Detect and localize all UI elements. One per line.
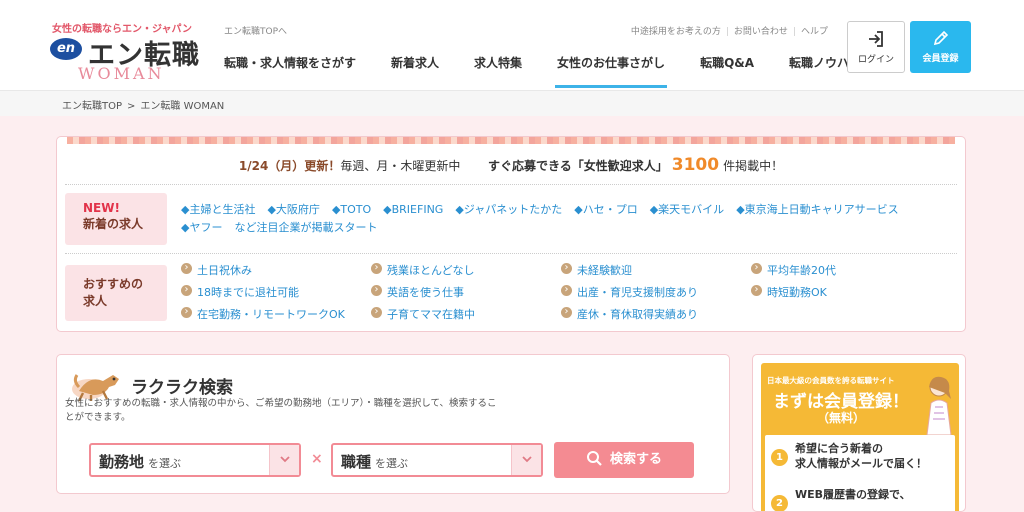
chevron-down-icon (269, 445, 299, 475)
area-select[interactable]: 勤務地 を選ぶ (89, 443, 301, 477)
util-link-help[interactable]: ヘルプ (801, 24, 828, 37)
recommended-grid: 土日祝休み 残業ほとんどなし 未経験歓迎 平均年齢20代 18時までに退社可能 … (181, 262, 961, 328)
breadcrumb-top[interactable]: エン転職TOP (62, 101, 122, 112)
recommended-link[interactable]: 平均年齢20代 (751, 262, 836, 278)
promo-tagline: 日本最大級の会員数を誇る転職サイト (767, 376, 895, 385)
breadcrumb: エン転職TOP > エン転職 WOMAN (62, 97, 224, 112)
register-label: 会員登録 (922, 54, 959, 64)
recommended-link[interactable]: 未経験歓迎 (561, 262, 632, 278)
breadcrumb-separator: > (127, 101, 136, 112)
benefit-line: 求人情報がメールで届く！ (795, 457, 927, 470)
recommended-link[interactable]: 残業ほとんどなし (371, 262, 474, 278)
benefit-item: 1 希望に合う新着の 求人情報がメールで届く！ (771, 441, 927, 471)
pencil-icon (933, 30, 948, 46)
easy-search-box: ラクラク検索 女性におすすめの転職・求人情報の中から、ご希望の勤務地（エリア）・… (56, 354, 730, 494)
recommended-link[interactable]: 土日祝休み (181, 262, 252, 278)
new-company-link[interactable]: ◆東京海上日動キャリアサービス (736, 203, 898, 216)
recommended-link[interactable]: 英語を使う仕事 (371, 284, 464, 300)
util-link-contact[interactable]: お問い合わせ (734, 24, 788, 37)
new-jobs-tag: NEW! 新着の求人 (65, 193, 167, 245)
area-select-hint: を選ぶ (148, 457, 182, 470)
new-company-link[interactable]: ◆楽天モバイル (650, 203, 724, 216)
site-header: 女性の転職ならエン・ジャパン en エン転職 WOMAN エン転職TOPへ 中途… (0, 0, 1024, 90)
new-links-tail: など注目企業が掲載スタート (234, 221, 378, 234)
update-date: 1/24（月） (238, 159, 305, 173)
update-schedule: 毎週、月・木曜更新中 (340, 159, 461, 173)
benefit-number: 2 (771, 495, 788, 511)
nav-item-features[interactable]: 求人特集 (474, 54, 522, 88)
new-company-links: ◆主婦と生活社 ◆大阪府庁 ◆TOTO ◆BRIEFING ◆ジャパネットたかた ◆ハセ・… (181, 201, 951, 237)
decorative-banner (67, 137, 955, 144)
divider (65, 184, 957, 185)
apply-text: すぐ応募できる「女性歓迎求人」 (488, 159, 668, 173)
search-title: ラクラク検索 (131, 378, 233, 398)
chevron-down-icon (511, 445, 541, 475)
login-button[interactable]: ログイン (847, 21, 905, 73)
rec-tag-bottom: 求人 (83, 294, 108, 308)
register-promo-panel: 日本最大級の会員数を誇る転職サイト まずは会員登録！ （無料） 1 希望に合う新… (761, 363, 959, 511)
new-tag-bottom: 新着の求人 (83, 217, 144, 231)
breadcrumb-bar: エン転職TOP > エン転職 WOMAN (0, 90, 1024, 116)
new-company-link[interactable]: ◆ヤフー (181, 221, 222, 234)
search-button-label: 検索する (609, 452, 662, 467)
logo-subtitle[interactable]: WOMAN (78, 64, 165, 83)
info-box: 1/24（月）更新！毎週、月・木曜更新中 すぐ応募できる「女性歓迎求人」 3100… (56, 136, 966, 332)
new-tag-top: NEW! (83, 201, 120, 215)
search-description: 女性におすすめの転職・求人情報の中から、ご希望の勤務地（エリア）・職種を選択して… (65, 398, 497, 423)
update-line: 1/24（月）更新！毎週、月・木曜更新中 すぐ応募できる「女性歓迎求人」 3100… (57, 155, 965, 175)
benefit-item: 2 WEB履歴書の登録で、 (771, 487, 911, 511)
new-company-link[interactable]: ◆BRIEFING (383, 203, 443, 216)
job-count: 3100 (671, 155, 720, 175)
breadcrumb-current: エン転職 WOMAN (140, 101, 225, 112)
new-company-link[interactable]: ◆TOTO (332, 203, 371, 216)
util-divider: | (792, 27, 796, 37)
recommended-link[interactable]: 出産・育児支援制度あり (561, 284, 698, 300)
main-nav: 転職・求人情報をさがす 新着求人 求人特集 女性のお仕事さがし 転職Q&A 転職… (224, 54, 896, 88)
recommended-link[interactable]: 子育てママ在籍中 (371, 306, 475, 322)
benefit-number: 1 (771, 449, 788, 466)
recommended-tag: おすすめの 求人 (65, 265, 167, 321)
util-divider: | (725, 27, 729, 37)
job-select-hint: を選ぶ (375, 457, 409, 470)
nav-item-women-jobs[interactable]: 女性のお仕事さがし (555, 54, 668, 88)
register-button[interactable]: 会員登録 (910, 21, 971, 73)
job-type-select[interactable]: 職種 を選ぶ (331, 443, 543, 477)
en-logo-icon[interactable]: en (50, 38, 82, 60)
promo-free: （無料） (817, 411, 866, 425)
count-suffix: 件掲載中！ (723, 159, 784, 173)
recommended-link[interactable]: 時短勤務OK (751, 284, 827, 300)
area-select-label: 勤務地 (99, 453, 145, 471)
register-promo[interactable]: 日本最大級の会員数を誇る転職サイト まずは会員登録！ （無料） 1 希望に合う新… (752, 354, 966, 512)
search-button[interactable]: 検索する (554, 442, 694, 478)
nav-item-search-jobs[interactable]: 転職・求人情報をさがす (224, 54, 356, 88)
job-select-label: 職種 (341, 453, 372, 471)
search-icon (586, 451, 602, 466)
login-label: ログイン (857, 55, 894, 65)
divider (65, 253, 957, 254)
update-label: 更新！ (304, 159, 341, 173)
recommended-link[interactable]: 産休・育休取得実績あり (561, 306, 698, 322)
benefit-line: WEB履歴書の登録で、 (795, 488, 911, 501)
recommended-link[interactable]: 18時までに退社可能 (181, 284, 299, 300)
recommended-link[interactable]: 在宅勤務・リモートワークOK (181, 306, 345, 322)
nav-item-new-jobs[interactable]: 新着求人 (391, 54, 439, 88)
new-company-link[interactable]: ◆主婦と生活社 (181, 203, 255, 216)
woman-illustration-icon (926, 376, 952, 435)
times-separator: × (311, 451, 323, 467)
util-link-recruiters[interactable]: 中途採用をお考えの方 (631, 24, 721, 37)
promo-benefits: 1 希望に合う新着の 求人情報がメールで届く！ 2 WEB履歴書の登録で、 (765, 435, 955, 511)
utility-links: 中途採用をお考えの方 | お問い合わせ | ヘルプ (631, 24, 828, 37)
top-page-link[interactable]: エン転職TOPへ (224, 24, 287, 37)
new-company-link[interactable]: ◆大阪府庁 (267, 203, 319, 216)
new-company-link[interactable]: ◆ハセ・プロ (574, 203, 637, 216)
nav-item-qa[interactable]: 転職Q&A (700, 54, 754, 88)
login-icon (869, 31, 883, 47)
rec-tag-top: おすすめの (83, 277, 144, 291)
new-company-link[interactable]: ◆ジャパネットたかた (455, 203, 562, 216)
benefit-line: 希望に合う新着の (795, 442, 883, 455)
